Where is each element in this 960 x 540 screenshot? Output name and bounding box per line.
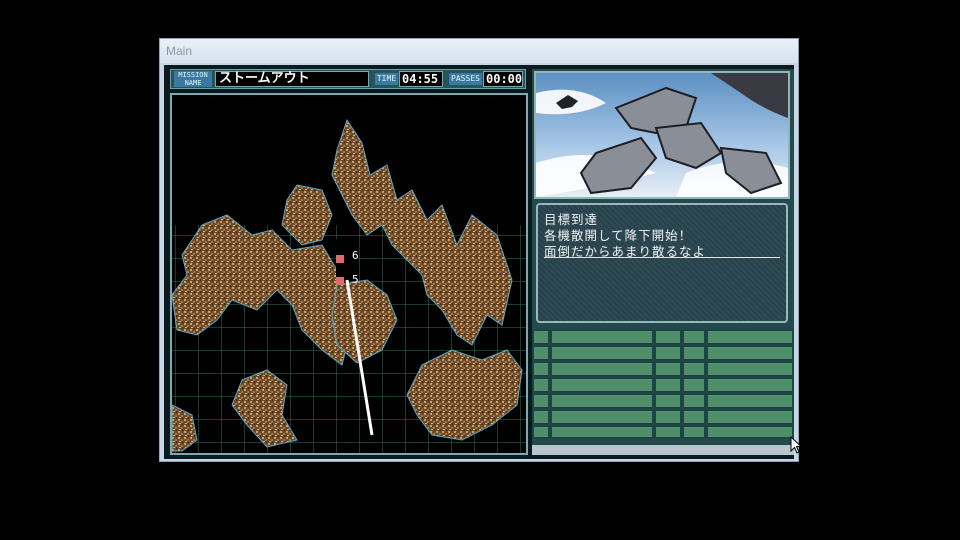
time-tag: TIME [375, 73, 398, 85]
mission-tag-line1: MISSION [178, 71, 208, 79]
passes-tag: PASSES [449, 73, 482, 85]
unit-marker-5[interactable] [336, 277, 344, 285]
mecha-illustration [536, 73, 788, 197]
tactical-map[interactable]: 6 5 [170, 93, 528, 455]
passes-value: 00:00 [483, 71, 523, 87]
unit-label-5: 5 [352, 273, 359, 286]
dialog-underline [544, 257, 780, 258]
main-window: Main MISSION NAME ストームアウト TIME 04:55 PAS… [159, 38, 799, 462]
map-terrain [172, 95, 526, 453]
time-value: 04:55 [399, 71, 443, 87]
cutscene-portrait [534, 71, 790, 199]
window-title: Main [166, 44, 193, 58]
mission-bar: MISSION NAME ストームアウト TIME 04:55 PASSES 0… [170, 69, 526, 89]
game-screen[interactable]: MISSION NAME ストームアウト TIME 04:55 PASSES 0… [164, 65, 794, 459]
mission-tag-line2: NAME [184, 79, 202, 87]
dialog-box[interactable]: 目標到達 各機散開して降下開始！ 面倒だからあまり散るなよ [536, 203, 788, 323]
unit-marker-6[interactable] [336, 255, 344, 263]
window-titlebar[interactable]: Main [160, 39, 798, 63]
mission-name-tag: MISSION NAME [174, 71, 212, 87]
status-grid [532, 329, 794, 439]
mission-name: ストームアウト [215, 71, 369, 87]
unit-label-6: 6 [352, 249, 359, 262]
mouse-cursor-icon [790, 436, 802, 454]
right-panel: 目標到達 各機散開して降下開始！ 面倒だからあまり散るなよ [532, 69, 794, 455]
horizontal-scrollbar[interactable] [532, 445, 794, 455]
